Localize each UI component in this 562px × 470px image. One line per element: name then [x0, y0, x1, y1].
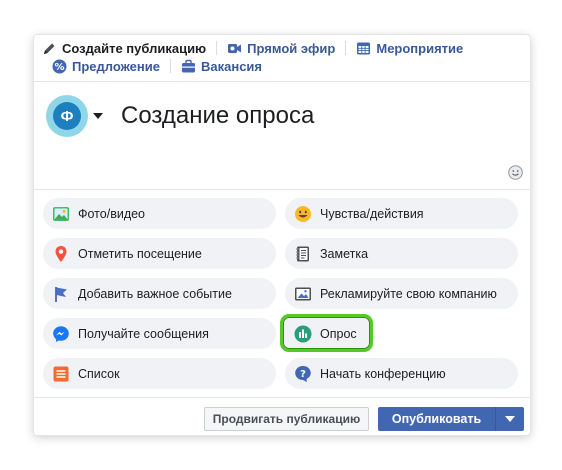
post-type-row-1: Создайте публикацию Прямой эфир Мероприя… — [42, 38, 463, 58]
live-video-label: Прямой эфир — [247, 40, 336, 56]
create-post-label: Создайте публикацию — [62, 40, 207, 56]
offer-tab[interactable]: % Предложение — [52, 59, 160, 74]
divider — [216, 41, 218, 55]
option-feelings-activities[interactable]: Чувства/действия — [285, 198, 518, 229]
photo-icon — [52, 205, 70, 223]
option-get-messages[interactable]: Получайте сообщения — [43, 318, 276, 349]
option-label: Рекламируйте свою компанию — [320, 286, 497, 301]
option-label: Получайте сообщения — [78, 326, 209, 341]
avatar[interactable]: Ф — [46, 95, 88, 137]
option-photo-video[interactable]: Фото/видео — [43, 198, 276, 229]
divider — [345, 41, 347, 55]
option-note[interactable]: Заметка — [285, 238, 518, 269]
poll-icon — [294, 325, 312, 343]
event-label: Мероприятие — [376, 40, 464, 56]
option-start-qa[interactable]: ? Начать конференцию — [285, 358, 518, 389]
pencil-icon — [42, 41, 57, 56]
publish-button[interactable]: Опубликовать — [378, 412, 495, 426]
svg-text:?: ? — [300, 369, 306, 380]
option-life-event[interactable]: Добавить важное событие — [43, 278, 276, 309]
option-label: Список — [78, 366, 120, 381]
post-options-grid — [34, 189, 530, 190]
chevron-down-icon — [505, 416, 515, 422]
composer-header: Ф Создание опроса — [46, 95, 314, 137]
advert-icon — [294, 285, 312, 303]
create-post-tab[interactable]: Создайте публикацию — [42, 41, 206, 56]
option-label: Заметка — [320, 246, 369, 261]
calendar-icon — [356, 41, 371, 56]
publish-button-group: Опубликовать — [378, 407, 524, 431]
svg-text:%: % — [54, 62, 64, 73]
video-camera-icon — [227, 41, 242, 56]
option-label: Начать конференцию — [320, 366, 446, 381]
location-pin-icon — [52, 245, 70, 263]
post-type-row-2: % Предложение Вакансия — [52, 56, 262, 76]
emoji-icon[interactable] — [508, 165, 523, 180]
create-post-dialog: Создайте публикацию Прямой эфир Мероприя… — [34, 35, 530, 435]
option-check-in[interactable]: Отметить посещение — [43, 238, 276, 269]
avatar-letter: Ф — [53, 102, 81, 130]
promote-post-button[interactable]: Продвигать публикацию — [204, 407, 369, 431]
briefcase-icon — [181, 59, 196, 74]
post-type-bar: Создайте публикацию Прямой эфир Мероприя… — [34, 35, 530, 82]
list-icon — [52, 365, 70, 383]
option-label: Отметить посещение — [78, 246, 202, 261]
messenger-icon — [52, 325, 70, 343]
smiley-icon — [294, 205, 312, 223]
flag-icon — [52, 285, 70, 303]
event-tab[interactable]: Мероприятие — [356, 41, 463, 56]
option-poll[interactable]: Опрос — [285, 318, 368, 349]
option-label: Добавить важное событие — [78, 286, 232, 301]
percent-badge-icon: % — [52, 59, 67, 74]
question-icon: ? — [294, 365, 312, 383]
option-list[interactable]: Список — [43, 358, 276, 389]
dialog-footer: Продвигать публикацию Опубликовать — [34, 397, 530, 435]
chevron-down-icon[interactable] — [93, 113, 103, 119]
composer-title[interactable]: Создание опроса — [121, 102, 314, 130]
offer-label: Предложение — [72, 58, 160, 74]
option-advertise-business[interactable]: Рекламируйте свою компанию — [285, 278, 518, 309]
option-label: Фото/видео — [78, 206, 146, 221]
option-label: Чувства/действия — [320, 206, 424, 221]
job-tab[interactable]: Вакансия — [181, 59, 262, 74]
job-label: Вакансия — [200, 58, 262, 74]
option-label: Опрос — [320, 326, 357, 341]
note-icon — [294, 245, 312, 263]
publish-options-dropdown[interactable] — [495, 407, 524, 431]
live-video-tab[interactable]: Прямой эфир — [227, 41, 335, 56]
divider — [169, 59, 171, 73]
